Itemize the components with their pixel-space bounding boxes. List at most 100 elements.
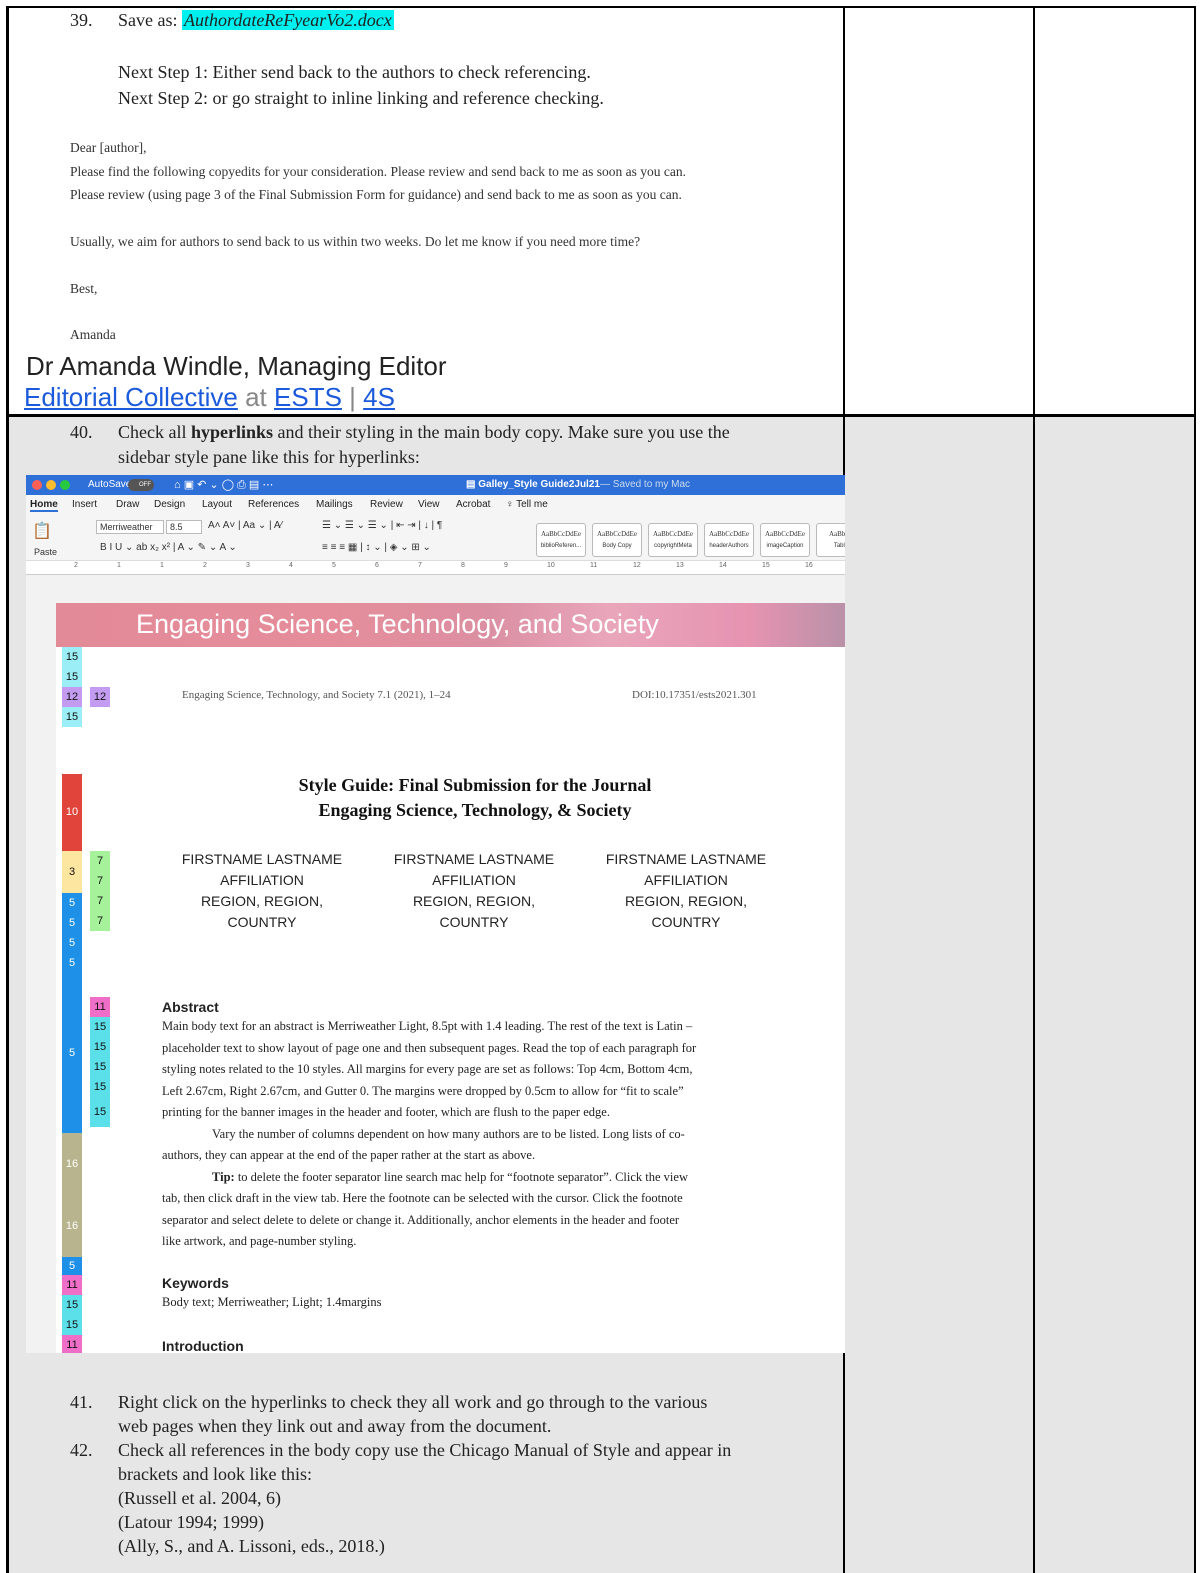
author-line: AFFILIATION	[220, 872, 304, 888]
style-name: copyrightMeta	[654, 543, 692, 549]
style-tag: 5	[62, 933, 82, 953]
table-col-divider-1b	[843, 1353, 845, 1573]
style-tag: 5	[62, 973, 82, 1133]
ests-link[interactable]: ESTS	[274, 382, 342, 412]
author-line: REGION, REGION,	[412, 893, 536, 909]
paste-label[interactable]: Paste	[34, 547, 57, 557]
word-screenshot: AutoSave OFF ⌂ ▣ ↶ ⌄ ◯ ⎙ ▤ ⋯ ▤ Galley_St…	[26, 475, 845, 1353]
tab-acrobat[interactable]: Acrobat	[456, 499, 490, 510]
toolbar-icons: ⌂ ▣ ↶ ⌄ ◯ ⎙ ▤ ⋯	[174, 479, 274, 491]
tell-me-search[interactable]: ♀ Tell me	[506, 499, 548, 510]
maximize-window-icon[interactable]	[60, 480, 70, 490]
style-tag: 15	[90, 1037, 110, 1057]
save-as-label: Save as:	[118, 10, 182, 30]
style-tag: 7	[90, 851, 110, 871]
autosave-toggle[interactable]: OFF	[128, 479, 154, 491]
tab-layout[interactable]: Layout	[202, 499, 232, 510]
style-name: headerAuthors	[709, 543, 749, 549]
4s-link[interactable]: 4S	[363, 382, 395, 412]
step-40-line-1: Check all hyperlinks and their styling i…	[118, 420, 838, 444]
step-40-number: 40.	[70, 422, 93, 442]
keywords-text: Body text; Merriweather; Light; 1.4margi…	[162, 1295, 382, 1309]
abstract-line: Main body text for an abstract is Merriw…	[162, 1019, 693, 1033]
next-step-1: Next Step 1: Either send back to the aut…	[118, 62, 591, 83]
paste-icon[interactable]: 📋	[32, 521, 52, 541]
step-40-bold: hyperlinks	[190, 422, 274, 442]
font-name-select[interactable]: Merriweather	[96, 520, 164, 534]
highlighted-filename: AuthordateReFyearVo2.docx	[181, 10, 394, 30]
editorial-collective-link[interactable]: Editorial Collective	[24, 382, 238, 412]
style-3[interactable]: AaBbCcDdEe headerAuthors	[704, 523, 754, 557]
letter-closing: Best,	[70, 281, 98, 296]
close-window-icon[interactable]	[32, 480, 42, 490]
style-0[interactable]: AaBbCcDdEe biblioReferen...	[536, 523, 586, 557]
autosave-state: OFF	[139, 482, 151, 488]
style-tag: 5	[62, 893, 82, 913]
tab-review[interactable]: Review	[370, 499, 403, 510]
style-2[interactable]: AaBbCcDdEe copyrightMeta	[648, 523, 698, 557]
ruler-mark: 9	[504, 562, 508, 569]
style-tag: 15	[90, 1017, 110, 1037]
tab-view[interactable]: View	[418, 499, 440, 510]
author-1: FIRSTNAME LASTNAME AFFILIATION REGION, REG…	[172, 849, 352, 933]
abstract-line: Tip: to delete the footer separator line…	[212, 1169, 688, 1184]
style-preview: AaBbCcDdEe	[540, 530, 582, 538]
doi: DOI:10.17351/ests2021.301	[632, 689, 757, 701]
ruler-mark: 15	[762, 562, 770, 569]
alignment-controls[interactable]: ≡ ≡ ≡ ▦ | ↕ ⌄ | ◈ ⌄ ⊞ ⌄	[322, 542, 431, 553]
tab-references[interactable]: References	[248, 499, 299, 510]
abstract-line: separator and select delete to delete or…	[162, 1212, 680, 1227]
style-preview: AaBbCcDdEe	[708, 530, 750, 538]
page-banner: Engaging Science, Technology, and Societ…	[56, 603, 845, 647]
step-39: 39. Save as: AuthordateReFyearVo2.docx	[0, 10, 840, 32]
autosave-label: AutoSave	[88, 479, 132, 490]
keywords-heading: Keywords	[162, 1275, 229, 1291]
step-40-post: and their styling in the main body copy.…	[273, 422, 730, 442]
abstract-line: placeholder text to show layout of page …	[162, 1040, 697, 1055]
style-tag: 11	[62, 1275, 82, 1295]
author-line: COUNTRY	[651, 914, 721, 930]
tab-insert[interactable]: Insert	[72, 499, 97, 510]
ruler-mark: 6	[375, 562, 379, 569]
font-size-select[interactable]: 8.5	[166, 520, 202, 534]
tab-design[interactable]: Design	[154, 499, 185, 510]
author-3: FIRSTNAME LASTNAME AFFILIATION REGION, REG…	[596, 849, 776, 933]
style-1[interactable]: AaBbCcDdEe Body Copy	[592, 523, 642, 557]
abstract-line: like artwork, and page-number styling.	[162, 1234, 357, 1248]
doc-title-text: Galley_Style Guide2Jul21	[478, 479, 600, 490]
saved-status: — Saved to my Mac	[600, 479, 691, 490]
document-title: ▤ Galley_Style Guide2Jul21	[466, 479, 600, 490]
abstract-line: styling notes related to the 10 styles. …	[162, 1062, 693, 1076]
paper-title-line-1: Style Guide: Final Submission for the Jo…	[298, 775, 652, 795]
step-42-line-2: brackets and look like this:	[118, 1464, 312, 1484]
table-col-divider-1a	[843, 6, 845, 476]
font-size-controls[interactable]: A˄ A˅ | Aa ⌄ | A⁄	[208, 520, 282, 531]
tab-home[interactable]: Home	[30, 499, 58, 512]
step-text: Save as: AuthordateReFyearVo2.docx	[118, 10, 394, 31]
style-tag: 11	[62, 1335, 82, 1353]
list-controls[interactable]: ☰ ⌄ ☰ ⌄ ☰ ⌄ | ⇤ ⇥ | ↓ | ¶	[322, 520, 442, 531]
step-41-number: 41.	[70, 1392, 93, 1412]
style-tag: 5	[62, 1257, 82, 1275]
abstract-line: Left 2.67cm, Right 2.67cm, and Gutter 0.…	[162, 1083, 684, 1098]
tab-draw[interactable]: Draw	[116, 499, 139, 510]
step-40-pre: Check all	[118, 422, 191, 442]
font-format-controls[interactable]: B I U ⌄ ab x₂ x² | A ⌄ ✎ ⌄ A ⌄	[100, 542, 237, 553]
style-name: imageCaption	[766, 543, 804, 549]
abstract-line: Vary the number of columns dependent on …	[212, 1126, 685, 1141]
style-preview: AaBbCcDdEe	[652, 530, 694, 538]
table-top-border	[8, 6, 1196, 8]
signature-separator: |	[341, 382, 364, 412]
style-5[interactable]: AaBbCc Table	[816, 523, 845, 557]
tab-mailings[interactable]: Mailings	[316, 499, 353, 510]
letter-line-1: Please find the following copyedits for …	[70, 164, 686, 179]
abstract-line: printing for the banner images in the he…	[162, 1105, 610, 1119]
ruler-mark: 14	[719, 562, 727, 569]
minimize-window-icon[interactable]	[46, 480, 56, 490]
author-line: FIRSTNAME LASTNAME	[605, 851, 767, 867]
reference-example-2: (Latour 1994; 1999)	[118, 1512, 264, 1532]
next-step-2-text: : or go straight to inline linking and r…	[203, 88, 604, 108]
style-tag: 3	[62, 851, 82, 893]
style-4[interactable]: AaBbCcDdEe imageCaption	[760, 523, 810, 557]
letter-greeting: Dear [author],	[70, 140, 147, 155]
